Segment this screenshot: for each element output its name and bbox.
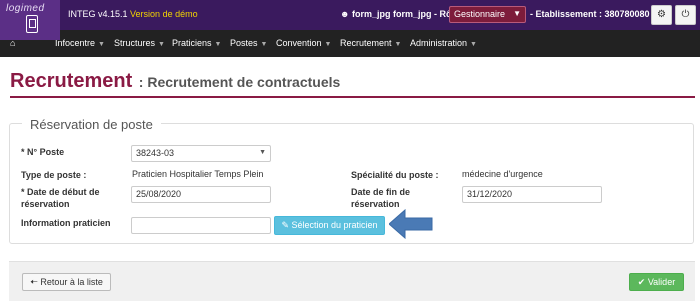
- role-select[interactable]: Gestionnaire ▼: [449, 6, 526, 23]
- pencil-icon: ✎: [281, 220, 289, 230]
- app-name: INTEG v4.15.1 Version de démo: [68, 9, 198, 19]
- nav-item-structures[interactable]: Structures ▼: [114, 38, 165, 48]
- page-title-main: Recrutement: [10, 70, 133, 92]
- date-fin-input[interactable]: 31/12/2020: [462, 186, 602, 203]
- power-icon: ⏻: [681, 9, 690, 20]
- specialite-label: Spécialité du poste :: [351, 170, 439, 180]
- demo-label: Version de démo: [130, 9, 198, 19]
- nav-item-infocentre[interactable]: Infocentre ▼: [55, 38, 105, 48]
- phone-icon: [26, 15, 38, 33]
- title-divider: [10, 96, 695, 98]
- info-praticien-input[interactable]: [131, 217, 271, 234]
- date-debut-label: * Date de début de réservation: [21, 187, 100, 209]
- specialite-value: médecine d'urgence: [462, 169, 543, 179]
- check-icon: ✔: [637, 277, 646, 287]
- date-debut-input[interactable]: 25/08/2020: [131, 186, 271, 203]
- nav-item-recrutement[interactable]: Recrutement ▼: [340, 38, 401, 48]
- type-poste-value: Praticien Hospitalier Temps Plein: [132, 169, 264, 179]
- num-poste-select[interactable]: 38243-03 ▼: [131, 145, 271, 162]
- form-footer: [9, 261, 695, 301]
- chevron-down-icon: ▼: [259, 149, 266, 156]
- nav-item-postes[interactable]: Postes ▼: [230, 38, 267, 48]
- nav-item-praticiens[interactable]: Praticiens ▼: [172, 38, 221, 48]
- page-subtitle: : Recrutement de contractuels: [138, 74, 341, 90]
- back-to-list-button[interactable]: 🠠 Retour à la liste: [22, 273, 111, 291]
- selection-praticien-button[interactable]: ✎ Sélection du praticien: [274, 216, 385, 235]
- page-title: Recrutement : Recrutement de contractuel…: [10, 70, 340, 93]
- num-poste-label: * N° Poste: [21, 147, 65, 157]
- nav-item-convention[interactable]: Convention ▼: [276, 38, 331, 48]
- top-bar: INTEG v4.15.1 Version de démo ☻ form_jpg…: [0, 0, 700, 30]
- settings-button[interactable]: ⚙: [651, 5, 672, 25]
- arrow-left-icon: 🠠: [30, 277, 38, 287]
- date-fin-label: Date de fin de réservation: [351, 187, 411, 209]
- logo[interactable]: logimed: [0, 0, 60, 40]
- power-button[interactable]: ⏻: [675, 5, 696, 25]
- type-poste-label: Type de poste :: [21, 170, 87, 180]
- fieldset-legend: Réservation de poste: [22, 117, 161, 132]
- etablissement-label: - Etablissement : 380780080: [530, 9, 650, 19]
- validate-button[interactable]: ✔ Valider: [629, 273, 684, 291]
- nav-item-administration[interactable]: Administration ▼: [410, 38, 477, 48]
- user-icon: ☻: [340, 9, 350, 19]
- gear-icon: ⚙: [657, 9, 666, 20]
- info-praticien-label: Information praticien: [21, 218, 111, 228]
- chevron-down-icon: ▼: [513, 9, 521, 18]
- pointer-arrow-icon: [389, 209, 433, 239]
- main-nav: ⌂ Infocentre ▼ Structures ▼ Praticiens ▼ Po…: [0, 30, 700, 57]
- logo-text: logimed: [6, 3, 45, 14]
- user-info: ☻ form_jpg form_jpg - Rôle :: [340, 9, 465, 19]
